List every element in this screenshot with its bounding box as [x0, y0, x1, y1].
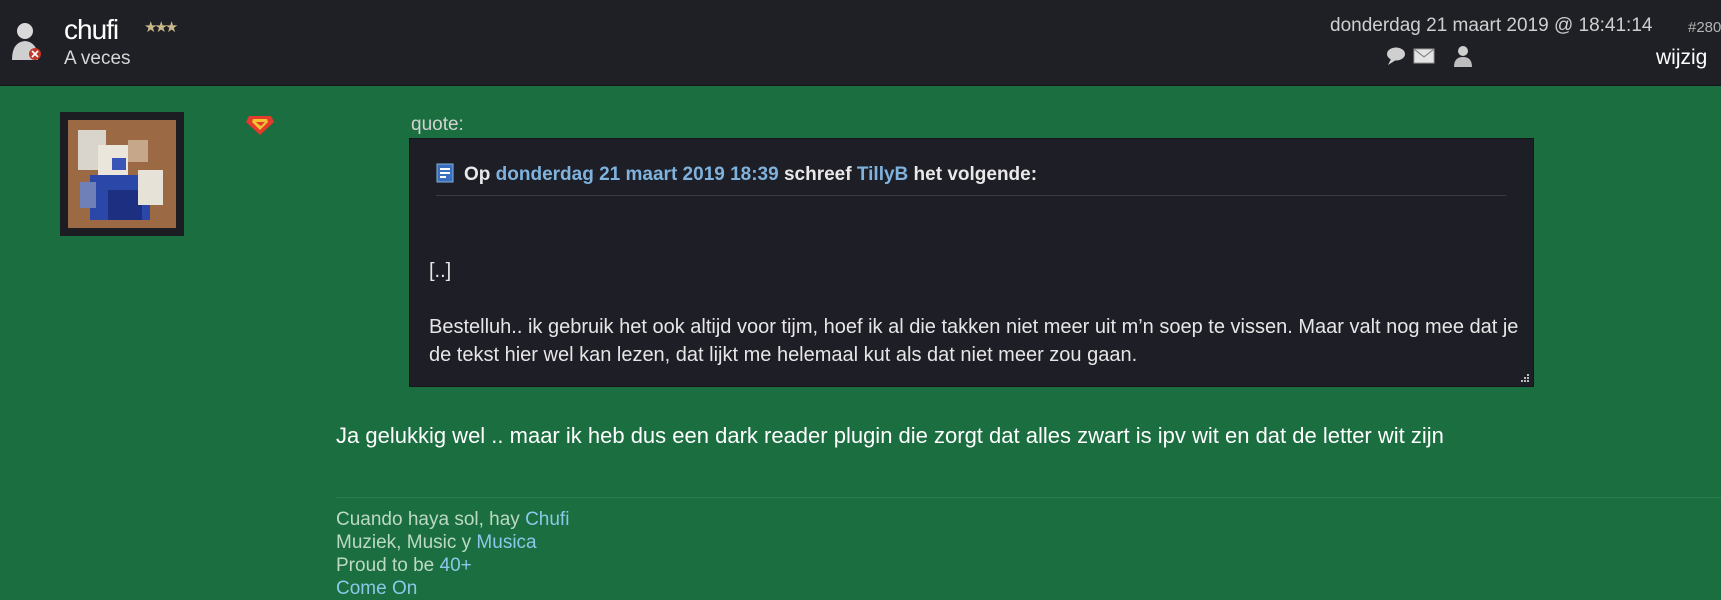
quote-author-link[interactable]: TillyB [857, 164, 908, 185]
resize-handle-icon[interactable] [1519, 372, 1531, 384]
signature-line-2: Muziek, Music y Musica [336, 531, 569, 554]
user-subtitle: A veces [64, 48, 131, 69]
quote-label: quote: [411, 114, 464, 135]
quote-suffix-text: het volgende: [913, 164, 1038, 185]
edit-post-link[interactable]: wijzig [1656, 46, 1707, 70]
signature-link-40plus[interactable]: 40+ [440, 555, 472, 576]
signature-text-3: Proud to be [336, 555, 435, 576]
signature-link-chufi[interactable]: Chufi [525, 509, 569, 530]
quote-intro-prefix: Op [464, 164, 491, 185]
signature: Cuando haya sol, hay Chufi Muziek, Music… [336, 508, 569, 600]
signature-text-2: Muziek, Music y [336, 532, 472, 553]
user-status-icon [12, 23, 41, 60]
quote-body: [..] Bestelluh.. ik gebruik het ook alti… [429, 257, 1519, 369]
post-header: chufi ★★★ A veces donderdag 21 maart 201… [0, 0, 1721, 86]
quote-document-icon[interactable] [436, 163, 454, 183]
user-profile-icon[interactable] [1452, 44, 1474, 68]
signature-line-3: Proud to be 40+ [336, 554, 569, 577]
avatar-image [68, 120, 176, 228]
superman-icon [246, 116, 274, 135]
quote-ellipsis: [..] [429, 260, 452, 282]
post-number-link[interactable]: #280 [1688, 19, 1721, 36]
signature-link-come-on[interactable]: Come On [336, 578, 417, 599]
quote-wrote-text: schreef [783, 164, 852, 185]
mail-icon[interactable] [1413, 48, 1435, 64]
reply-text: Ja gelukkig wel .. maar ik heb dus een d… [336, 423, 1444, 448]
quote-text: Bestelluh.. ik gebruik het ook altijd vo… [429, 316, 1519, 366]
signature-divider [336, 497, 1721, 498]
avatar[interactable] [60, 112, 184, 236]
signature-text-1: Cuando haya sol, hay [336, 509, 520, 530]
post-username[interactable]: chufi [64, 14, 119, 46]
chat-bubble-icon[interactable] [1385, 46, 1407, 66]
post-timestamp: donderdag 21 maart 2019 @ 18:41:14 [1330, 15, 1653, 36]
quote-header: Op donderdag 21 maart 2019 18:39 schreef… [436, 163, 1506, 196]
rank-stars-icon: ★★★ [144, 19, 178, 36]
quote-block: Op donderdag 21 maart 2019 18:39 schreef… [409, 138, 1534, 387]
signature-link-musica[interactable]: Musica [476, 532, 536, 553]
signature-line-4: Come On [336, 577, 569, 600]
quote-date-link[interactable]: donderdag 21 maart 2019 18:39 [496, 164, 779, 185]
signature-line-1: Cuando haya sol, hay Chufi [336, 508, 569, 531]
